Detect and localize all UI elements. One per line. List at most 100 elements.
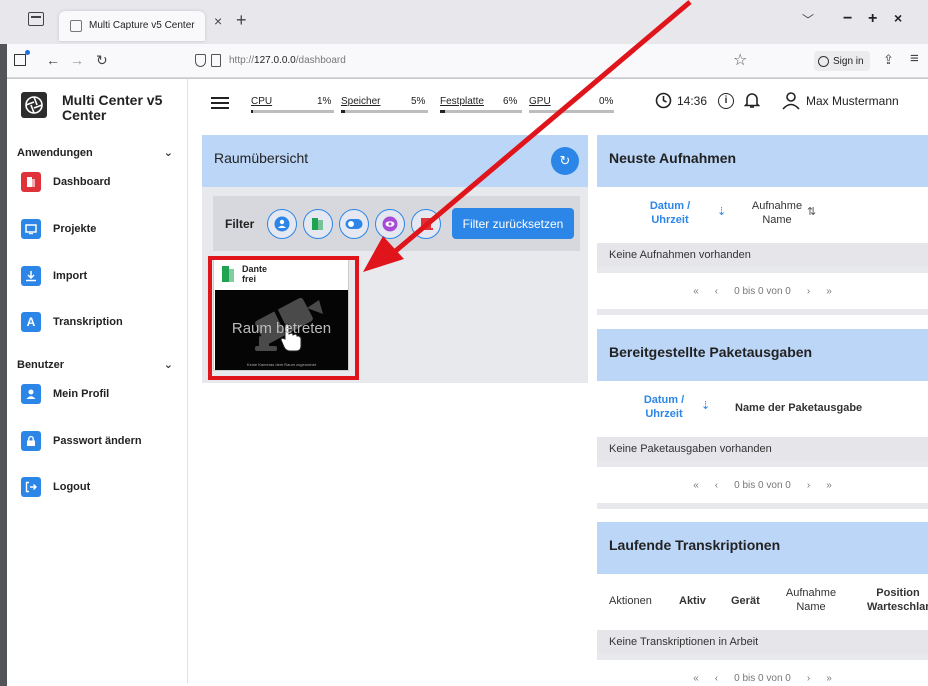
filter-active-button[interactable] [339, 209, 369, 239]
maximize-icon[interactable]: + [868, 10, 877, 28]
stat-label: Festplatte [440, 96, 484, 107]
page-icon [70, 20, 82, 32]
col-device[interactable]: Gerät [731, 594, 760, 608]
sign-in-button[interactable]: Sign in [814, 51, 870, 71]
first-page-icon[interactable]: « [693, 286, 699, 297]
bell-icon[interactable] [743, 91, 761, 109]
back-icon[interactable]: ← [46, 52, 60, 68]
sort-desc-icon[interactable]: ⇣ [717, 205, 726, 219]
forward-icon[interactable]: → [70, 52, 84, 68]
section-anwendungen[interactable]: Anwendungen ⌄ [17, 147, 177, 159]
highlight-box [208, 256, 359, 380]
col-date[interactable]: Datum / Uhrzeit [633, 393, 695, 421]
bookmark-star-icon[interactable]: ☆ [733, 50, 747, 70]
url-bar[interactable]: http://127.0.0.0/dashboard [229, 55, 346, 66]
clock-time: 14:36 [677, 93, 708, 108]
next-page-icon[interactable]: › [807, 286, 810, 297]
stat-bar-fill [251, 110, 253, 113]
sidebar-item-logout[interactable]: Logout [21, 475, 90, 499]
door-icon [312, 218, 323, 230]
sidebar-item-projekte[interactable]: Projekte [21, 217, 96, 241]
refresh-button[interactable]: ↻ [551, 147, 579, 175]
app-header: CPU 1% Speicher 5% Festplatte 6% GPU 0% … [189, 79, 928, 131]
col-active[interactable]: Aktiv [679, 594, 706, 608]
account-icon [818, 55, 829, 67]
clock: 14:36 [655, 92, 707, 109]
next-page-icon[interactable]: › [807, 480, 810, 491]
pager-text: 0 bis 0 von 0 [734, 672, 791, 684]
tab-title: Multi Capture v5 Center [89, 20, 195, 31]
col-name[interactable]: Aufnahme Name [783, 586, 839, 614]
shield-icon[interactable] [195, 54, 206, 67]
col-date[interactable]: Datum / Uhrzeit [639, 199, 701, 227]
next-page-icon[interactable]: › [807, 673, 810, 684]
minimize-icon[interactable]: − [843, 10, 852, 28]
sidebar-item-mein-profil[interactable]: Mein Profil [21, 382, 109, 406]
col-actions[interactable]: Aktionen [609, 594, 652, 608]
sidebar-item-label: Projekte [53, 223, 97, 235]
sidebar-item-label: Logout [53, 481, 91, 493]
first-page-icon[interactable]: « [693, 480, 699, 491]
packages-title: Bereitgestellte Paketausgaben [597, 329, 928, 381]
close-tab-icon[interactable]: × [214, 14, 222, 28]
last-page-icon[interactable]: » [826, 480, 832, 491]
packages-panel: Bereitgestellte Paketausgaben Datum / Uh… [597, 329, 928, 509]
chevron-down-icon: ⌄ [163, 147, 173, 159]
prev-page-icon[interactable]: ‹ [715, 673, 718, 684]
sidebar-toggle-icon[interactable] [14, 50, 30, 66]
chevron-down-icon[interactable]: ﹀ [802, 11, 814, 28]
transcriptions-table-header: Aktionen Aktiv Gerät Aufnahme Name Posit… [597, 574, 928, 630]
browser-menu-icon[interactable]: ≡ [910, 50, 919, 67]
last-page-icon[interactable]: » [826, 673, 832, 684]
section-benutzer[interactable]: Benutzer ⌄ [17, 359, 177, 371]
stat-festplatte-value: 6% [503, 96, 518, 107]
recordings-panel: Neuste Aufnahmen Datum / Uhrzeit ⇣ Aufna… [597, 135, 928, 315]
col-name[interactable]: Name der Paketausgabe [735, 401, 862, 415]
reload-icon[interactable]: ↻ [96, 52, 108, 68]
monitor-icon [21, 219, 41, 239]
filter-visible-button[interactable] [375, 209, 405, 239]
menu-icon[interactable] [211, 97, 229, 109]
first-page-icon[interactable]: « [693, 673, 699, 684]
filter-bar: Filter Filter zurücksetzen [213, 196, 580, 251]
browser-tab[interactable]: Multi Capture v5 Center [59, 11, 205, 41]
stat-label: GPU [529, 96, 551, 107]
extensions-icon[interactable]: ⇪ [883, 52, 894, 68]
stat-speicher: Speicher [341, 96, 380, 107]
page-info-icon[interactable] [211, 54, 221, 67]
sidebar-item-passwort[interactable]: Passwort ändern [21, 429, 142, 453]
new-tab-icon[interactable]: + [236, 11, 247, 29]
url-path: /dashboard [295, 55, 346, 66]
transcriptions-title: Laufende Transkriptionen [597, 522, 928, 574]
download-icon [21, 266, 41, 286]
sort-both-icon[interactable]: ⇅ [807, 205, 816, 219]
door-icon [21, 172, 41, 192]
col-position[interactable]: Position Warteschlange [867, 586, 928, 614]
info-icon[interactable]: i [718, 93, 734, 109]
sidebar-item-transkription[interactable]: A Transkription [21, 310, 123, 334]
col-name[interactable]: Aufnahme Name [747, 199, 807, 227]
clock-icon [655, 92, 672, 109]
sidebar-item-label: Passwort ändern [53, 435, 142, 447]
last-page-icon[interactable]: » [826, 286, 832, 297]
prev-page-icon[interactable]: ‹ [715, 286, 718, 297]
sign-in-label: Sign in [833, 55, 864, 67]
brand-name: Multi Center v5 Center [62, 92, 163, 123]
stat-festplatte-bar [440, 110, 522, 113]
reset-filter-button[interactable]: Filter zurücksetzen [452, 208, 574, 239]
sidebar-item-import[interactable]: Import [21, 264, 87, 288]
prev-page-icon[interactable]: ‹ [715, 480, 718, 491]
user-menu[interactable]: Max Mustermann [781, 92, 899, 110]
filter-user-button[interactable] [267, 209, 297, 239]
filter-free-button[interactable] [303, 209, 333, 239]
filter-occupied-button[interactable] [411, 209, 441, 239]
app: Multi Center v5 Center Anwendungen ⌄ Das… [7, 79, 928, 686]
lock-icon [21, 431, 41, 451]
stat-speicher-bar [341, 110, 428, 113]
section-label: Benutzer [17, 359, 65, 371]
chevron-down-icon: ⌄ [163, 359, 173, 371]
window-menu-icon[interactable] [28, 12, 44, 26]
sort-desc-icon[interactable]: ⇣ [701, 399, 710, 413]
close-window-icon[interactable]: × [894, 10, 902, 26]
sidebar-item-dashboard[interactable]: Dashboard [21, 170, 110, 194]
